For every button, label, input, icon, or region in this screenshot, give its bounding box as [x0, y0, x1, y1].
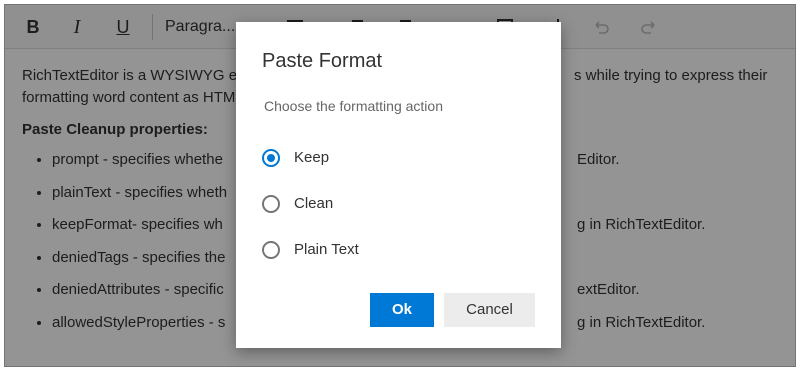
radio-label: Keep: [294, 149, 330, 166]
paste-format-dialog: Paste Format Choose the formatting actio…: [236, 22, 561, 348]
ok-button[interactable]: Ok: [370, 293, 434, 327]
cancel-button[interactable]: Cancel: [444, 293, 535, 327]
radio-checked-icon[interactable]: [262, 149, 280, 167]
radio-option-keep[interactable]: Keep: [262, 148, 462, 172]
radio-option-clean[interactable]: Clean: [262, 194, 462, 218]
radio-option-plain-text[interactable]: Plain Text: [262, 240, 462, 264]
radio-unchecked-icon[interactable]: [262, 195, 280, 213]
dialog-subtitle: Choose the formatting action: [264, 98, 443, 114]
dialog-title: Paste Format: [262, 50, 383, 72]
radio-unchecked-icon[interactable]: [262, 241, 280, 259]
radio-label: Plain Text: [294, 241, 359, 258]
radio-label: Clean: [294, 195, 334, 212]
